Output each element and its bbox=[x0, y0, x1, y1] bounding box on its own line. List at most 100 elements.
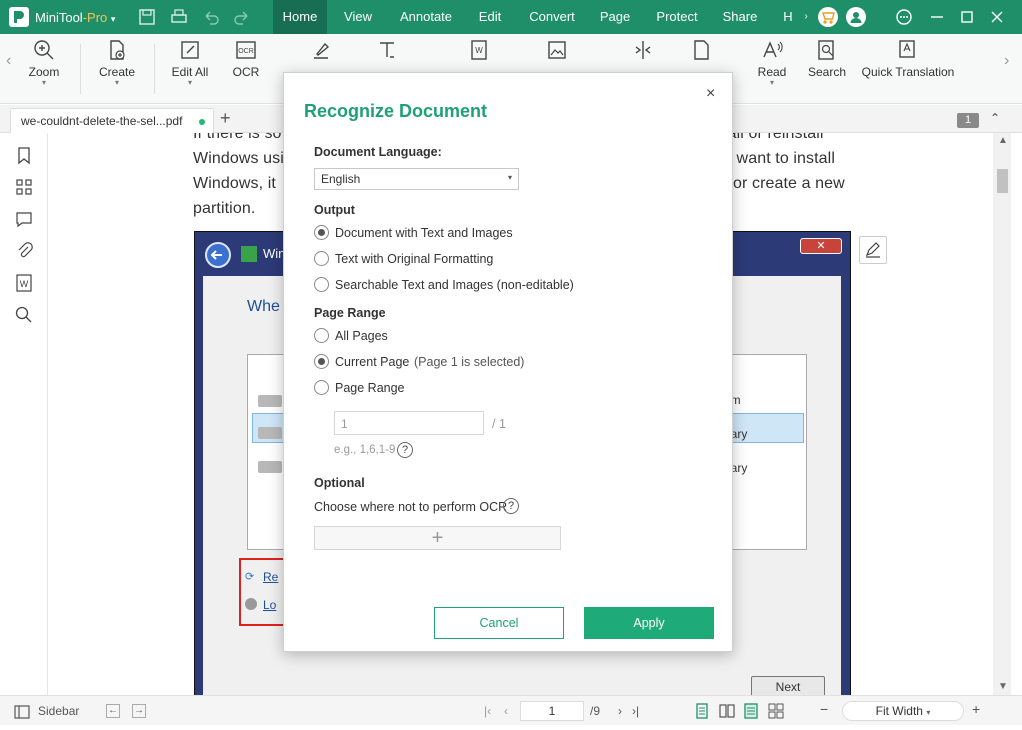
zoom-out-icon[interactable]: − bbox=[820, 701, 828, 717]
next-page-icon[interactable]: › bbox=[618, 704, 622, 718]
document-tab[interactable]: we-couldnt-delete-the-sel...pdf bbox=[10, 108, 214, 133]
menu-view[interactable]: View bbox=[337, 0, 379, 34]
scroll-up-icon[interactable]: ▲ bbox=[998, 135, 1008, 146]
ocr-icon: OCR bbox=[236, 41, 256, 59]
output-option-label[interactable]: Document with Text and Images bbox=[335, 226, 513, 240]
word-icon[interactable]: W bbox=[14, 273, 34, 293]
add-tab-button[interactable]: + bbox=[220, 108, 231, 129]
page-range-input[interactable]: 1 bbox=[334, 411, 484, 435]
page-option-label[interactable]: Current Page bbox=[335, 355, 409, 369]
print-icon[interactable] bbox=[170, 8, 188, 26]
output-option-label[interactable]: Text with Original Formatting bbox=[335, 252, 493, 266]
prev-page-icon[interactable]: ‹ bbox=[504, 704, 508, 718]
page-total: /9 bbox=[590, 704, 601, 718]
edit-all-button[interactable]: Edit All ▾ bbox=[166, 38, 214, 87]
continuous-page-icon[interactable] bbox=[743, 703, 759, 719]
redo-icon[interactable] bbox=[233, 8, 251, 26]
output-radio-text-images[interactable] bbox=[314, 225, 329, 240]
menu-annotate[interactable]: Annotate bbox=[393, 0, 459, 34]
zoom-select[interactable]: Fit Width ▾ bbox=[842, 701, 964, 721]
ocr-label: OCR bbox=[232, 65, 260, 79]
next-view-icon[interactable]: → bbox=[132, 704, 146, 718]
vertical-scrollbar[interactable]: ▲ ▼ bbox=[993, 133, 1011, 695]
menu-share[interactable]: Share bbox=[718, 0, 762, 34]
create-label: Create bbox=[98, 65, 136, 79]
drive-icon bbox=[258, 427, 282, 439]
language-select[interactable]: English ▾ bbox=[314, 168, 519, 190]
cart-icon[interactable] bbox=[818, 7, 838, 27]
sidebar-label[interactable]: Sidebar bbox=[38, 704, 79, 718]
quick-translation-button[interactable]: Quick Translation bbox=[860, 38, 956, 79]
output-radio-original-format[interactable] bbox=[314, 251, 329, 266]
add-exclusion-area-button[interactable]: + bbox=[314, 526, 561, 550]
page-radio-current[interactable] bbox=[314, 354, 329, 369]
menu-convert[interactable]: Convert bbox=[522, 0, 582, 34]
ribbon-scroll-left-icon[interactable]: ‹ bbox=[6, 52, 11, 70]
dialog-title: Recognize Document bbox=[304, 101, 488, 121]
help-icon[interactable]: ? bbox=[503, 498, 519, 514]
page-radio-all[interactable] bbox=[314, 328, 329, 343]
sidebar-toggle-icon[interactable] bbox=[14, 704, 30, 720]
page-range-label: Page Range bbox=[314, 306, 386, 320]
menu-help[interactable]: H bbox=[778, 0, 798, 34]
output-label: Output bbox=[314, 203, 355, 217]
ribbon-scroll-right-icon[interactable]: › bbox=[1004, 52, 1009, 70]
ocr-exclusion-hint: Choose where not to perform OCR bbox=[314, 500, 508, 514]
last-page-icon[interactable]: ›| bbox=[632, 704, 639, 718]
close-window-icon[interactable] bbox=[988, 8, 1006, 26]
output-radio-searchable[interactable] bbox=[314, 277, 329, 292]
ocr-button[interactable]: OCR OCR bbox=[228, 38, 264, 79]
menu-page[interactable]: Page bbox=[596, 0, 634, 34]
output-option-label[interactable]: Searchable Text and Images (non-editable… bbox=[335, 278, 574, 292]
cancel-button[interactable]: Cancel bbox=[434, 607, 564, 639]
highlight-icon bbox=[314, 42, 330, 59]
zoom-button[interactable]: Zoom ▾ bbox=[24, 38, 64, 87]
single-page-icon[interactable] bbox=[694, 703, 710, 719]
help-icon[interactable]: ? bbox=[397, 442, 413, 458]
zoom-select-value: Fit Width bbox=[875, 704, 923, 718]
maximize-icon[interactable] bbox=[958, 8, 976, 26]
menu-home[interactable]: Home bbox=[273, 0, 327, 34]
sidebar-search-icon[interactable] bbox=[14, 305, 34, 325]
setup-heading: Whe bbox=[247, 298, 280, 315]
create-button[interactable]: Create ▾ bbox=[96, 38, 138, 87]
read-button[interactable]: Read ▾ bbox=[754, 38, 790, 87]
save-icon[interactable] bbox=[138, 8, 156, 26]
text-tool-icon bbox=[380, 42, 394, 58]
attachment-icon[interactable] bbox=[14, 241, 34, 261]
thumbnails-icon[interactable] bbox=[14, 177, 34, 197]
menu-protect[interactable]: Protect bbox=[650, 0, 704, 34]
page-option-label[interactable]: All Pages bbox=[335, 329, 388, 343]
apply-button[interactable]: Apply bbox=[584, 607, 714, 639]
page-radio-range[interactable] bbox=[314, 380, 329, 395]
doc-text-line: Windows, it bbox=[193, 175, 276, 192]
setup-close-icon: ✕ bbox=[800, 238, 842, 254]
back-arrow-icon bbox=[205, 242, 231, 268]
ribbon-divider bbox=[80, 44, 81, 94]
language-label: Document Language: bbox=[314, 145, 442, 159]
menu-overflow-chevron-icon[interactable]: › bbox=[799, 0, 813, 34]
bookmark-icon[interactable] bbox=[14, 145, 34, 165]
two-page-icon[interactable] bbox=[719, 703, 735, 719]
prev-view-icon[interactable]: ← bbox=[106, 704, 120, 718]
zoom-in-icon[interactable]: + bbox=[972, 701, 980, 717]
quick-translation-label: Quick Translation bbox=[861, 65, 955, 79]
undo-icon[interactable] bbox=[202, 8, 220, 26]
doc-text-line: If there is so bbox=[193, 133, 282, 142]
search-button[interactable]: Search bbox=[806, 38, 848, 79]
edit-image-button[interactable] bbox=[859, 236, 887, 264]
menu-edit[interactable]: Edit bbox=[472, 0, 508, 34]
feedback-icon[interactable] bbox=[895, 8, 913, 26]
collapse-ribbon-icon[interactable]: ⌃ bbox=[990, 111, 1000, 125]
user-icon[interactable] bbox=[846, 7, 866, 27]
grid-view-icon[interactable] bbox=[768, 703, 784, 719]
page-number-input[interactable]: 1 bbox=[520, 701, 584, 721]
scrollbar-thumb[interactable] bbox=[997, 169, 1008, 193]
comments-icon[interactable] bbox=[14, 209, 34, 229]
scroll-down-icon[interactable]: ▼ bbox=[998, 681, 1008, 692]
first-page-icon[interactable]: |‹ bbox=[484, 704, 491, 718]
page-option-label[interactable]: Page Range bbox=[335, 381, 405, 395]
dialog-close-icon[interactable]: × bbox=[706, 85, 715, 103]
minimize-icon[interactable] bbox=[928, 8, 946, 26]
page-icon bbox=[694, 40, 709, 60]
